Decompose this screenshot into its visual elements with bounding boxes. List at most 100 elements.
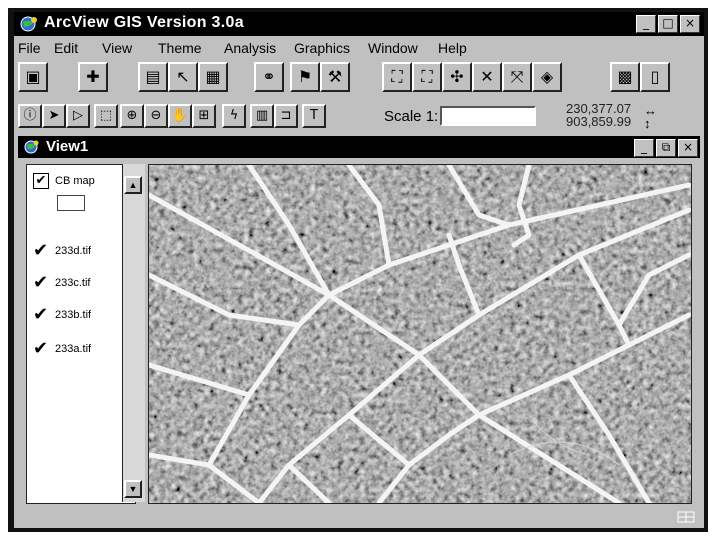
menu-view[interactable]: View — [102, 40, 132, 56]
menu-analysis[interactable]: Analysis — [224, 40, 276, 56]
legend-symbol — [57, 195, 85, 211]
help-button[interactable]: ▯ — [640, 62, 670, 92]
zoom-out-tool[interactable]: ⊖ — [144, 104, 168, 128]
app-title: ArcView GIS Version 3.0a — [44, 14, 244, 31]
zoom-in-fixed-button[interactable]: ✕ — [472, 62, 502, 92]
maximize-button[interactable]: □ — [658, 15, 678, 33]
text-tool[interactable]: T — [302, 104, 326, 128]
label-tool[interactable]: ⊐ — [274, 104, 298, 128]
help-icon: ▯ — [650, 67, 660, 86]
theme-properties-button[interactable]: ▤ — [138, 62, 168, 92]
select-feature-tool[interactable]: ⬚ — [94, 104, 118, 128]
button-bar: ▣ ✚ ▤ ↖ ▦ ⚭ ⚑ ⚒ ⛶ ⛶ ✣ ✕ ⤧ ◈ ▩ ▯ — [14, 62, 704, 98]
minimize-button[interactable]: _ — [636, 15, 656, 33]
measure-icon: ⊞ — [198, 108, 210, 123]
edit-legend-icon: ↖ — [176, 67, 190, 86]
zoom-active-themes-button[interactable]: ⛶ — [412, 62, 442, 92]
layer-name: CB map — [55, 174, 95, 187]
layer-item[interactable]: ✔ 233b.tif — [33, 306, 92, 324]
measure-tool[interactable]: ⊞ — [192, 104, 216, 128]
add-theme-icon: ✚ — [86, 67, 100, 86]
vertex-edit-tool[interactable]: ▷ — [66, 104, 90, 128]
menu-bar: File Edit View Theme Analysis Graphics W… — [14, 38, 704, 58]
hand-icon: ✋ — [171, 108, 189, 123]
view-close-button[interactable]: × — [678, 139, 698, 157]
locate-address-button[interactable]: ⚑ — [290, 62, 320, 92]
zoom-active-themes-icon: ⛶ — [421, 67, 433, 86]
open-table-button[interactable]: ▦ — [198, 62, 228, 92]
zoom-in-fixed-icon: ✕ — [480, 67, 494, 86]
add-theme-button[interactable]: ✚ — [78, 62, 108, 92]
theme-properties-icon: ▤ — [145, 67, 161, 86]
zoom-full-extent-icon: ⛶ — [391, 67, 403, 86]
zoom-out-fixed-button[interactable]: ⤧ — [502, 62, 532, 92]
text-icon: T — [310, 108, 318, 123]
layer-checkbox[interactable]: ✔ — [33, 306, 49, 324]
cursor-coordinates: 230,377.07 903,859.99 — [566, 102, 631, 128]
select-feature-icon: ⬚ — [99, 108, 113, 123]
find-button[interactable]: ⚭ — [254, 62, 284, 92]
zoom-full-extent-button[interactable]: ⛶ — [382, 62, 412, 92]
scale-input[interactable] — [440, 106, 536, 126]
identify-tool[interactable]: ⓘ — [18, 104, 42, 128]
toc-scrollbar[interactable]: ▲ ▼ — [122, 164, 145, 502]
layer-name: 233b.tif — [55, 308, 92, 321]
pointer-tool[interactable]: ➤ — [42, 104, 66, 128]
view-minimize-button[interactable]: _ — [634, 139, 654, 157]
locate-address-icon: ⚑ — [297, 67, 313, 86]
zoom-out-fixed-icon: ⤧ — [510, 67, 524, 86]
layer-item[interactable]: ✔ CB map — [33, 173, 95, 189]
hotlink-tool[interactable]: ϟ — [222, 104, 246, 128]
arcview-window: ArcView GIS Version 3.0a _ □ × File Edit… — [14, 12, 704, 528]
layer-item[interactable]: ✔ 233c.tif — [33, 274, 91, 292]
status-bar — [14, 506, 704, 528]
hotlink-button[interactable]: ⚒ — [320, 62, 350, 92]
layer-item[interactable]: ✔ 233d.tif — [33, 242, 92, 260]
menu-file[interactable]: File — [18, 40, 41, 56]
layer-name: 233c.tif — [55, 276, 91, 289]
vertex-edit-icon: ▷ — [73, 108, 83, 123]
scroll-up-button[interactable]: ▲ — [124, 176, 142, 194]
aerial-photo — [149, 165, 691, 503]
area-of-interest-tool[interactable]: ▥ — [250, 104, 274, 128]
view-titlebar[interactable]: View1 _ ⧉ × — [18, 136, 700, 158]
coord-y: 903,859.99 — [566, 114, 632, 129]
layer-checkbox[interactable]: ✔ — [33, 274, 49, 292]
lightning-icon: ϟ — [229, 108, 239, 123]
layout-button[interactable]: ▩ — [610, 62, 640, 92]
zoom-previous-icon: ◈ — [540, 67, 554, 86]
view-restore-button[interactable]: ⧉ — [656, 139, 676, 157]
save-button[interactable]: ▣ — [18, 62, 48, 92]
layer-name: 233d.tif — [55, 244, 92, 257]
label-icon: ⊐ — [280, 108, 292, 123]
pan-tool[interactable]: ✋ — [168, 104, 192, 128]
imagery-texture — [149, 165, 691, 503]
menu-help[interactable]: Help — [438, 40, 467, 56]
scroll-down-button[interactable]: ▼ — [124, 480, 142, 498]
app-titlebar[interactable]: ArcView GIS Version 3.0a _ □ × — [14, 12, 704, 36]
resize-grip-icon[interactable] — [676, 510, 696, 524]
zoom-selected-button[interactable]: ✣ — [442, 62, 472, 92]
layer-checkbox[interactable]: ✔ — [33, 242, 49, 260]
menu-window[interactable]: Window — [368, 40, 418, 56]
zoom-in-tool[interactable]: ⊕ — [120, 104, 144, 128]
open-table-icon: ▦ — [205, 67, 221, 86]
menu-theme[interactable]: Theme — [158, 40, 202, 56]
close-button[interactable]: × — [680, 15, 700, 33]
menu-edit[interactable]: Edit — [54, 40, 78, 56]
menu-graphics[interactable]: Graphics — [294, 40, 350, 56]
zoom-previous-button[interactable]: ◈ — [532, 62, 562, 92]
layout-icon: ▩ — [617, 67, 633, 86]
layer-item[interactable]: ✔ 233a.tif — [33, 340, 92, 358]
tool-bar: ⓘ ➤ ▷ ⬚ ⊕ ⊖ ✋ ⊞ ϟ ▥ ⊐ T Scale 1: 230,377… — [14, 102, 704, 132]
scale-label: Scale 1: — [384, 108, 439, 125]
arrow-down-icon: ▼ — [128, 484, 138, 494]
map-display[interactable] — [148, 164, 692, 504]
zoom-selected-icon: ✣ — [450, 67, 464, 86]
vertical-arrow-icon: ↕ — [644, 116, 651, 131]
layer-name: 233a.tif — [55, 342, 92, 355]
edit-legend-button[interactable]: ↖ — [168, 62, 198, 92]
layer-checkbox[interactable]: ✔ — [33, 173, 49, 189]
view-globe-icon — [24, 140, 39, 154]
layer-checkbox[interactable]: ✔ — [33, 340, 49, 358]
